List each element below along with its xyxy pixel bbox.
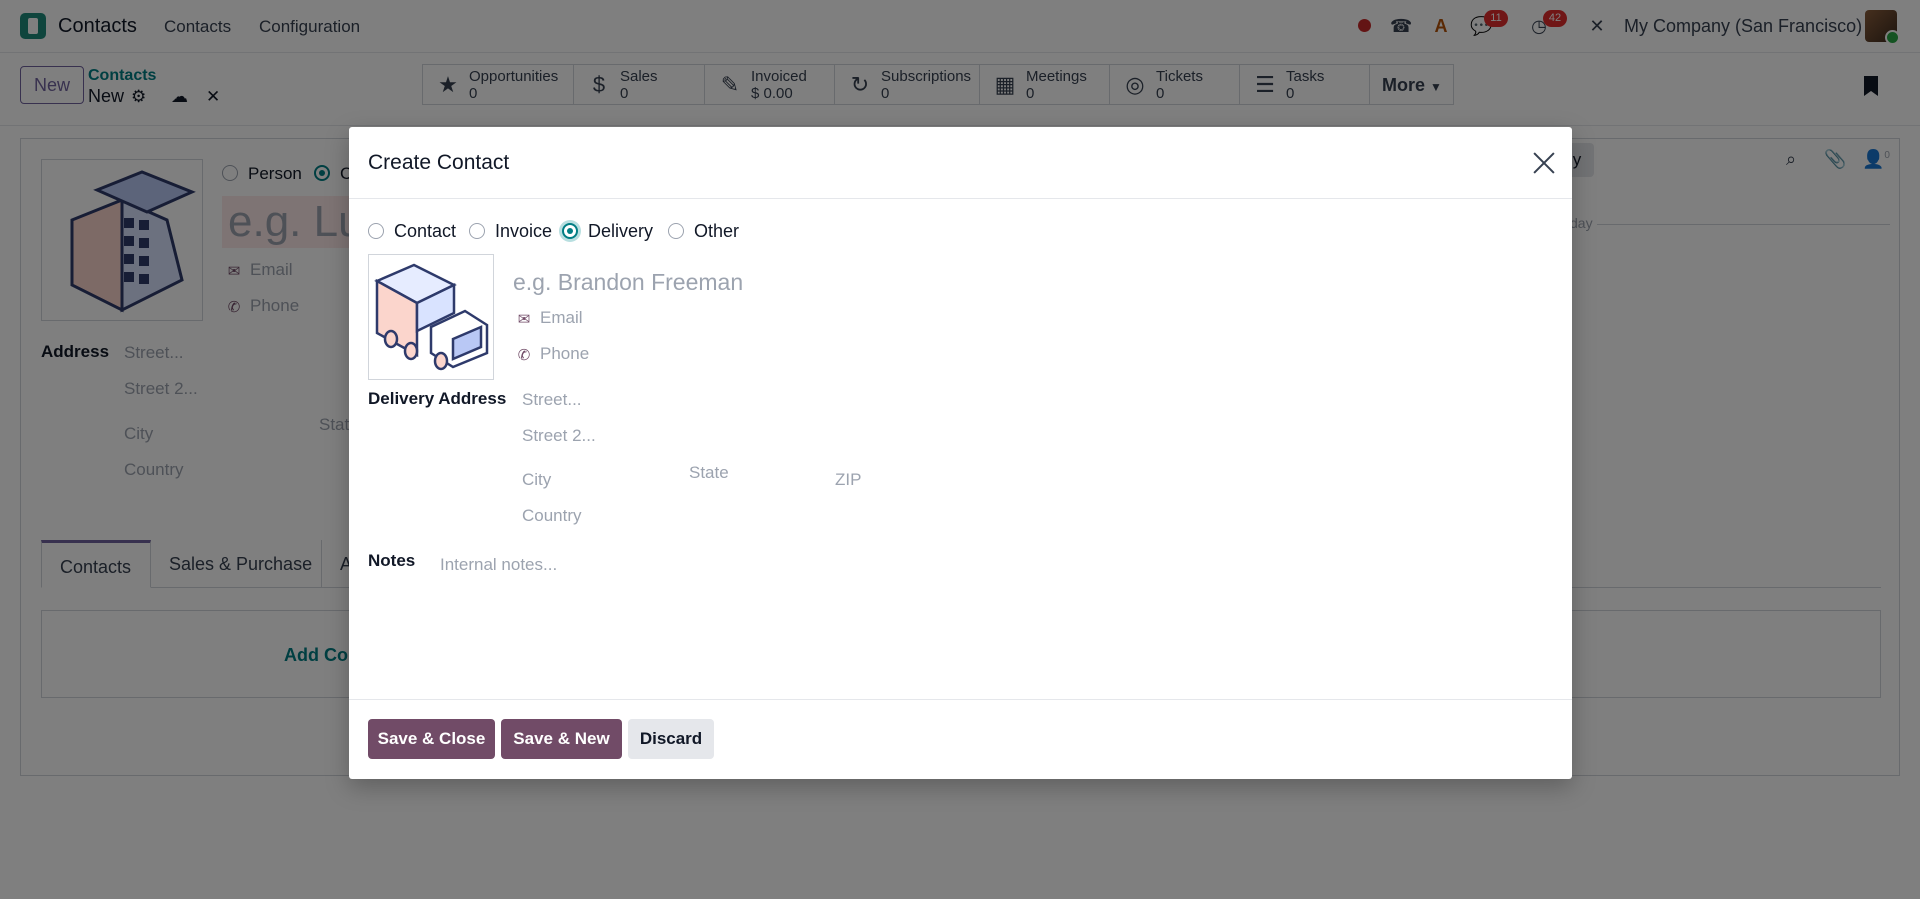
save-new-button[interactable]: Save & New [501, 719, 622, 759]
close-icon[interactable] [1530, 149, 1558, 177]
radio-type-invoice[interactable]: Invoice [469, 221, 552, 242]
delivery-address-label: Delivery Address [368, 389, 507, 408]
envelope-icon: ✉ [517, 311, 531, 328]
phone-icon: ✆ [517, 347, 531, 364]
modal-title: Create Contact [368, 151, 510, 174]
modal-header: Create Contact [349, 127, 1572, 199]
city-field[interactable]: City [522, 470, 551, 490]
phone-field[interactable]: Phone [540, 344, 589, 364]
truck-icon [374, 263, 489, 371]
zip-field[interactable]: ZIP [835, 470, 861, 490]
modal-footer: Save & Close Save & New Discard [349, 699, 1572, 779]
country-field[interactable]: Country [522, 506, 582, 526]
state-field[interactable]: State [689, 463, 729, 483]
contact-name-input[interactable]: e.g. Brandon Freeman [513, 269, 1113, 296]
street-field[interactable]: Street... [522, 390, 582, 410]
radio-type-other[interactable]: Other [668, 221, 739, 242]
street2-field[interactable]: Street 2... [522, 426, 596, 446]
create-contact-dialog: Create Contact Contact Invoice Delivery … [349, 127, 1572, 779]
delivery-avatar[interactable] [368, 254, 494, 380]
discard-button[interactable]: Discard [628, 719, 714, 759]
email-field[interactable]: Email [540, 308, 583, 328]
radio-type-delivery[interactable]: Delivery [562, 221, 653, 242]
radio-type-contact[interactable]: Contact [368, 221, 456, 242]
save-close-button[interactable]: Save & Close [368, 719, 495, 759]
notes-textarea[interactable]: Internal notes... [440, 555, 557, 575]
notes-label: Notes [368, 551, 416, 570]
